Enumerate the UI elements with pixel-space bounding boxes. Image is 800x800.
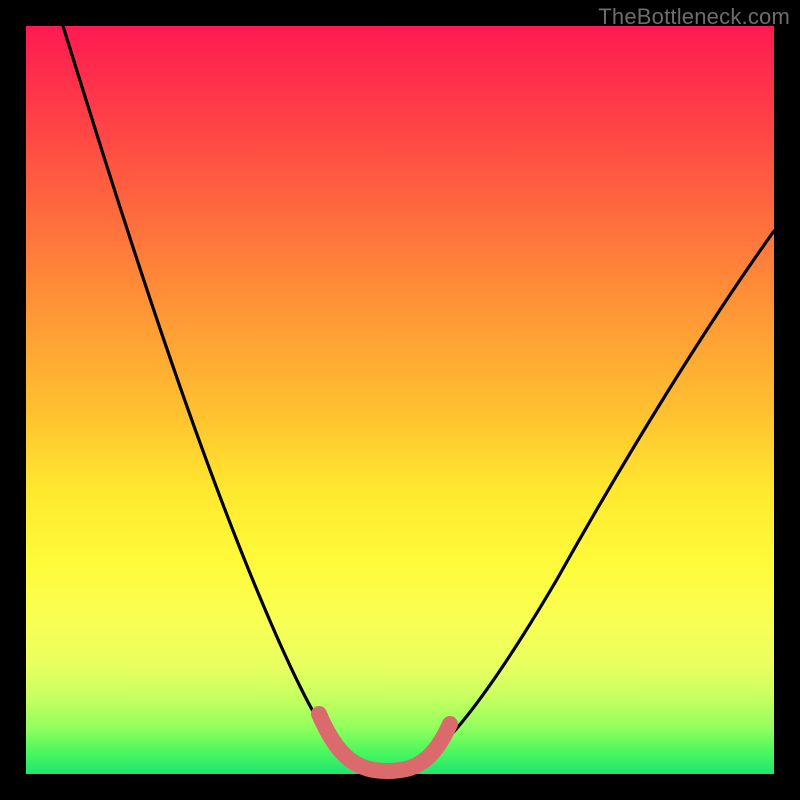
bottleneck-marker bbox=[319, 714, 450, 771]
chart-frame: TheBottleneck.com bbox=[0, 0, 800, 800]
chart-svg bbox=[26, 26, 774, 774]
watermark-text: TheBottleneck.com bbox=[598, 4, 790, 30]
bottleneck-curve bbox=[63, 26, 774, 770]
